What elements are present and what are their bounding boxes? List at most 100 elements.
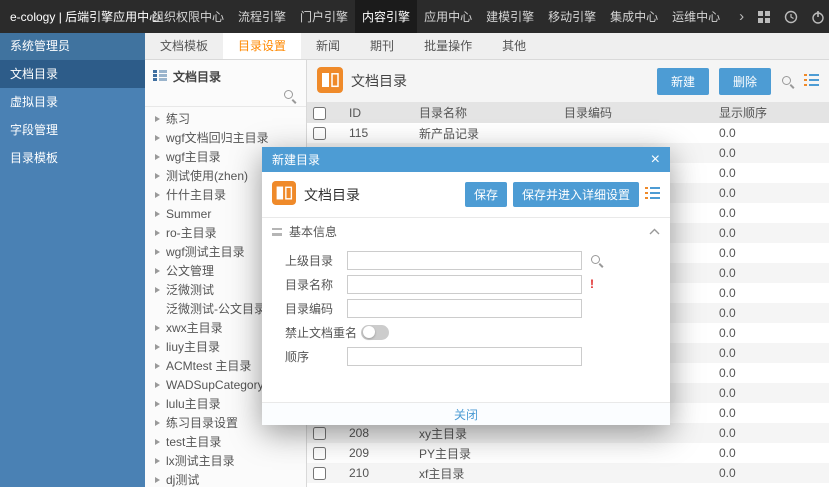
browse-search-icon[interactable] [590,254,603,267]
top-menu-item[interactable]: 建模引擎 [479,0,541,33]
save-button[interactable]: 保存 [464,182,507,207]
expand-arrow-icon[interactable] [155,401,166,407]
sidebar-role-header: 系统管理员 [0,33,145,60]
row-checkbox[interactable] [313,427,326,441]
expand-arrow-icon[interactable] [155,268,166,274]
top-menu-item[interactable]: 移动引擎 [541,0,603,33]
expand-arrow-icon[interactable] [155,382,166,388]
select-all-header [307,102,343,123]
modal-panel-title: 文档目录 [304,186,360,203]
cell-order: 0.0 [719,346,736,360]
field-input[interactable] [347,346,582,366]
topbar: e-cology | 后端引擎应用中心 组织权限中心 流程引擎 门户引擎 内容引擎 应用… [0,0,829,33]
sidebar-item[interactable]: 字段管理 [0,116,145,144]
table-row: 209 PY主目录 0.0 [307,443,829,463]
top-menu-item[interactable]: 运维中心 [665,0,727,33]
modal-header[interactable]: 新建目录 × [262,147,670,172]
form-row: 禁止文档重名 [262,320,670,344]
tree-item[interactable]: dj测试 [145,470,306,487]
tree-item[interactable]: lx测试主目录 [145,451,306,470]
tab[interactable]: 新闻 [301,33,355,59]
expand-arrow-icon[interactable] [155,230,166,236]
tab[interactable]: 批量操作 [409,33,487,59]
top-menu-item[interactable]: 组织权限中心 [145,0,231,33]
tab[interactable]: 目录设置 [223,33,302,59]
cell-id: 209 [349,446,370,460]
tree-panel-header: 文档目录 [145,60,306,88]
tab[interactable]: 其他 [487,33,541,59]
tree-item[interactable]: 练习 [145,109,306,128]
view-list-icon[interactable] [804,73,819,89]
field-input[interactable] [347,298,582,318]
select-all-checkbox[interactable] [313,106,326,120]
tree-item-label: 练习 [166,112,191,126]
row-checkbox[interactable] [313,447,326,461]
top-menu-item[interactable]: 门户引擎 [293,0,355,33]
tree-item[interactable]: test主目录 [145,432,306,451]
search-icon[interactable] [781,75,794,88]
top-menu-item[interactable]: 流程引擎 [231,0,293,33]
cell-order: 0.0 [719,386,736,400]
cell-checkbox [307,443,343,463]
tab[interactable]: 期刊 [355,33,409,59]
expand-arrow-icon[interactable] [155,477,166,483]
sidebar-item[interactable]: 目录模板 [0,144,145,172]
expand-arrow-icon[interactable] [155,439,166,445]
expand-arrow-icon[interactable] [155,458,166,464]
cell-code [558,123,713,143]
expand-arrow-icon[interactable] [155,192,166,198]
tree-item-label: 测试使用(zhen) [166,169,249,183]
expand-arrow-icon[interactable] [155,211,166,217]
expand-arrow-icon[interactable] [155,344,166,350]
expand-arrow-icon[interactable] [155,249,166,255]
field-input[interactable] [347,274,582,294]
view-list-icon[interactable] [645,187,660,202]
tree-item-label: lulu主目录 [166,397,221,411]
tree-item[interactable]: wgf文档回归主目录 [145,128,306,147]
toggle-switch[interactable] [361,324,390,340]
cell-order: 0.0 [719,246,736,260]
menu-overflow-arrow-icon[interactable]: › [739,9,744,24]
main-toolbar: 文档目录 新建 删除 [307,60,829,102]
close-icon[interactable]: × [651,151,660,168]
section-basic-info[interactable]: 基本信息 [262,217,670,245]
sidebar-item[interactable]: 文档目录 [0,60,145,88]
new-button[interactable]: 新建 [656,67,709,95]
sidebar-item[interactable]: 虚拟目录 [0,88,145,116]
expand-arrow-icon[interactable] [155,363,166,369]
field-input[interactable] [347,250,582,270]
cell-order: 0.0 [719,146,736,160]
collapse-chevron-icon[interactable] [649,228,660,235]
tree-item-label: ACMtest 主目录 [166,359,252,373]
clock-icon[interactable] [784,10,798,24]
tab[interactable]: 文档模板 [145,33,223,59]
section-list-icon [272,227,282,236]
delete-button[interactable]: 删除 [718,67,771,95]
modal-title-row: 文档目录 保存 保存并进入详细设置 [262,172,670,217]
expand-arrow-icon[interactable] [155,154,166,160]
form-row: 目录名称! [262,272,670,296]
tree-item-label: wgf文档回归主目录 [166,131,269,145]
brand-logo: e-cology | 后端引擎应用中心 [10,10,162,24]
expand-arrow-icon[interactable] [155,325,166,331]
form-row: 目录编码 [262,296,670,320]
top-menu-item[interactable]: 集成中心 [603,0,665,33]
close-link[interactable]: 关闭 [454,406,478,423]
expand-arrow-icon[interactable] [155,173,166,179]
expand-arrow-icon[interactable] [155,116,166,122]
tree-item-label: lx测试主目录 [166,454,235,468]
expand-arrow-icon[interactable] [155,287,166,293]
tree-panel-title: 文档目录 [173,70,222,84]
power-icon[interactable] [811,10,825,24]
apps-grid-icon[interactable] [757,10,771,24]
tree-search-icon[interactable] [283,89,296,102]
top-menu-item[interactable]: 内容引擎 [355,0,418,33]
expand-arrow-icon[interactable] [155,420,166,426]
row-checkbox[interactable] [313,467,326,481]
required-marker: ! [590,277,594,291]
top-menu-item[interactable]: 应用中心 [417,0,479,33]
expand-arrow-icon[interactable] [155,135,166,141]
field-label: 目录名称 [285,277,334,292]
save-and-detail-button[interactable]: 保存并进入详细设置 [512,182,639,207]
row-checkbox[interactable] [313,127,326,141]
